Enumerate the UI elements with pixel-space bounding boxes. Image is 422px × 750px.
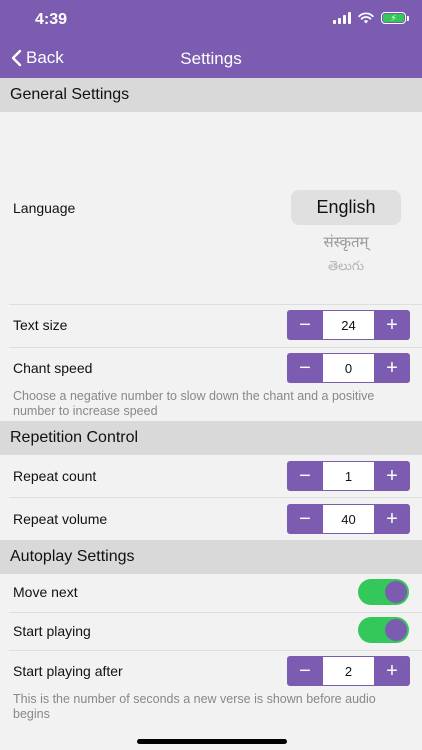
move-next-label: Move next: [13, 584, 78, 600]
section-autoplay-settings: Autoplay Settings: [0, 540, 422, 574]
section-general-settings: General Settings: [0, 78, 422, 112]
start-after-label: Start playing after: [13, 663, 123, 679]
nav-bar: 4:39 ⚡ Back Settings: [0, 0, 422, 78]
start-after-stepper: − 2 +: [287, 656, 410, 686]
repeat-count-label: Repeat count: [13, 468, 97, 484]
charging-bolt-icon: ⚡: [383, 13, 404, 22]
chant-speed-stepper: − 0 +: [287, 353, 410, 383]
text-size-value[interactable]: 24: [323, 310, 374, 340]
battery-icon: ⚡: [381, 12, 409, 24]
language-option-sanskrit[interactable]: संस्कृतम्: [291, 232, 401, 252]
start-after-value[interactable]: 2: [323, 656, 374, 686]
text-size-label: Text size: [13, 317, 68, 333]
toggle-knob: [385, 619, 407, 641]
chant-speed-increment-button[interactable]: +: [374, 353, 410, 383]
chant-speed-value[interactable]: 0: [323, 353, 374, 383]
divider: [9, 304, 422, 305]
language-option-english[interactable]: English: [291, 190, 401, 225]
page-title: Settings: [180, 49, 242, 68]
section-repetition-control: Repetition Control: [0, 421, 422, 455]
divider: [9, 612, 422, 613]
text-size-stepper: − 24 +: [287, 310, 410, 340]
repeat-volume-label: Repeat volume: [13, 511, 108, 527]
repeat-count-stepper: − 1 +: [287, 461, 410, 491]
wifi-icon: [358, 12, 374, 24]
status-icons: ⚡: [333, 12, 409, 24]
language-label: Language: [13, 200, 76, 216]
divider: [9, 650, 422, 651]
repeat-volume-decrement-button[interactable]: −: [287, 504, 323, 534]
toggle-knob: [385, 581, 407, 603]
repeat-volume-increment-button[interactable]: +: [374, 504, 410, 534]
start-after-decrement-button[interactable]: −: [287, 656, 323, 686]
text-size-decrement-button[interactable]: −: [287, 310, 323, 340]
signal-icon: [333, 12, 351, 24]
start-after-increment-button[interactable]: +: [374, 656, 410, 686]
text-size-increment-button[interactable]: +: [374, 310, 410, 340]
repeat-count-decrement-button[interactable]: −: [287, 461, 323, 491]
start-playing-label: Start playing: [13, 623, 91, 639]
start-playing-toggle[interactable]: [358, 617, 409, 643]
divider: [9, 347, 422, 348]
move-next-toggle[interactable]: [358, 579, 409, 605]
repeat-volume-stepper: − 40 +: [287, 504, 410, 534]
chant-speed-hint: Choose a negative number to slow down th…: [13, 389, 375, 418]
repeat-count-value[interactable]: 1: [323, 461, 374, 491]
status-time: 4:39: [35, 11, 68, 28]
start-after-hint: This is the number of seconds a new vers…: [13, 692, 376, 721]
chant-speed-decrement-button[interactable]: −: [287, 353, 323, 383]
language-option-telugu[interactable]: తెలుగు: [291, 258, 401, 277]
home-indicator: [137, 739, 287, 744]
chant-speed-label: Chant speed: [13, 360, 93, 376]
repeat-volume-value[interactable]: 40: [323, 504, 374, 534]
repeat-count-increment-button[interactable]: +: [374, 461, 410, 491]
divider: [9, 497, 422, 498]
